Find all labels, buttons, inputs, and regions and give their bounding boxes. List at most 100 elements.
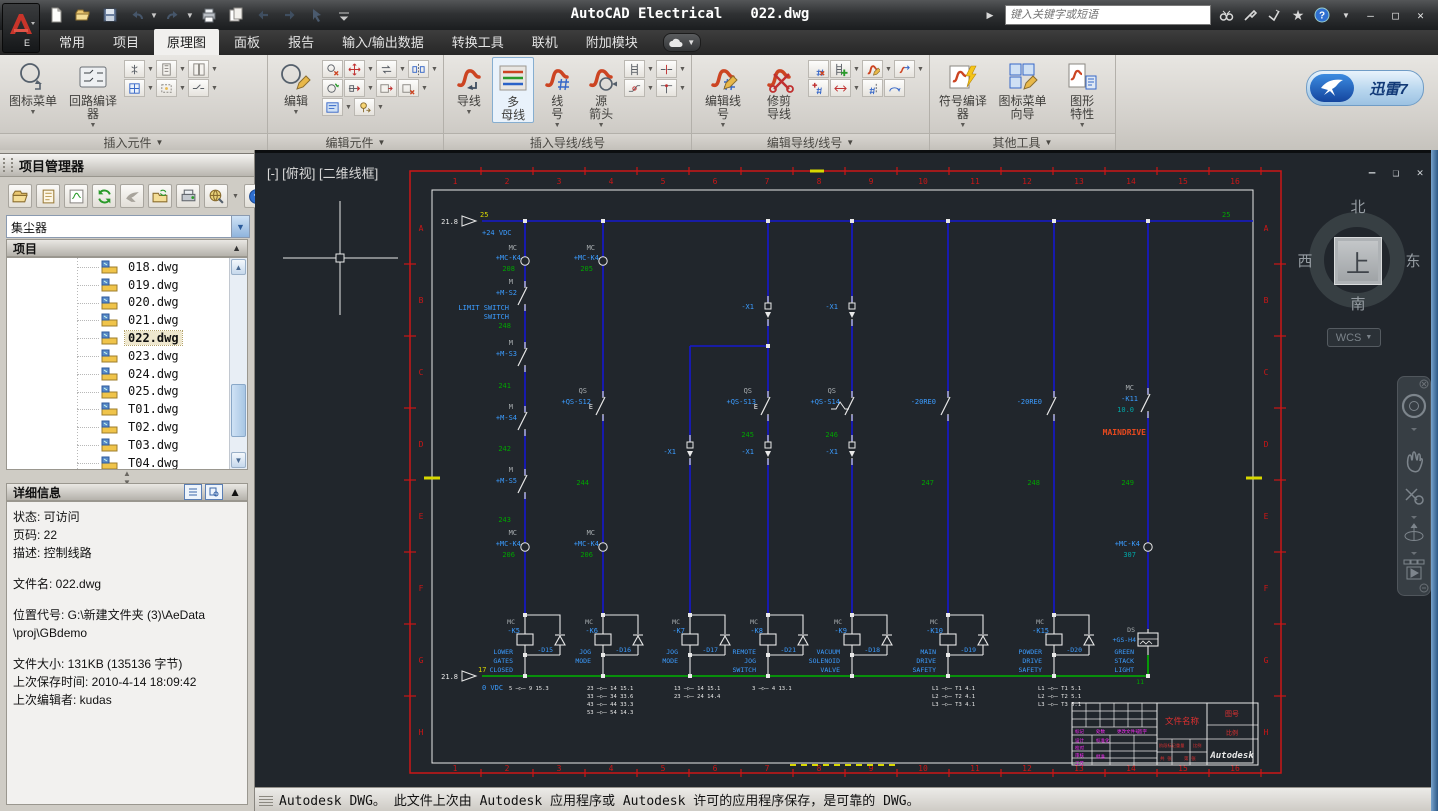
insert-wires-wire-numbers-button[interactable]: 导线▼ xyxy=(448,57,490,116)
insert-components-button[interactable]: 回路编译器▼ xyxy=(64,57,122,129)
plot-button[interactable] xyxy=(197,3,221,27)
tree-item-018-dwg[interactable]: 018.dwg xyxy=(7,258,247,276)
chevron-down-icon[interactable]: ▼ xyxy=(186,11,194,20)
insert-wires-wire-numbers-button[interactable]: 线号▼ xyxy=(536,57,578,129)
ribbon-group-label[interactable]: 插入导线/线号 xyxy=(444,133,691,151)
ladderplus-icon[interactable] xyxy=(830,60,851,78)
reports-button[interactable] xyxy=(64,184,88,208)
scrollbar-thumb[interactable] xyxy=(231,384,246,437)
chevron-down-icon[interactable]: ▼ xyxy=(90,122,97,129)
favorites-star-icon[interactable]: ★ xyxy=(1289,6,1307,24)
save-button[interactable] xyxy=(98,3,122,27)
chevron-down-icon[interactable]: ▼ xyxy=(646,60,655,78)
chevron-down-icon[interactable]: ▼ xyxy=(465,109,472,116)
infocenter-search-input[interactable] xyxy=(1005,5,1211,25)
chevron-down-icon[interactable]: ▼ xyxy=(231,216,249,237)
scoot-icon[interactable] xyxy=(344,79,365,97)
chevron-down-icon[interactable]: ▼ xyxy=(293,109,300,116)
chevron-down-icon[interactable]: ▼ xyxy=(598,122,605,129)
scroll-down-icon[interactable]: ▼ xyxy=(231,452,246,468)
insert-wires-wire-numbers-button[interactable]: 多母线 xyxy=(492,57,534,123)
cutwire-icon[interactable] xyxy=(656,60,677,78)
chevron-down-icon[interactable]: ▼ xyxy=(178,79,187,97)
fan-icon[interactable] xyxy=(124,60,145,78)
wirearrows-icon[interactable] xyxy=(830,79,851,97)
chevron-down-icon[interactable]: ▼ xyxy=(678,60,687,78)
wcs-dropdown[interactable]: WCS ▼ xyxy=(1327,328,1381,347)
chevron-down-icon[interactable]: ▼ xyxy=(150,11,158,20)
chevron-down-icon[interactable]: ▼ xyxy=(916,60,925,78)
connect-cloud-button[interactable]: ▼ xyxy=(663,33,701,52)
copy-project-button[interactable] xyxy=(148,184,172,208)
tab-panel[interactable]: 面板 xyxy=(221,29,273,55)
contact-icon[interactable] xyxy=(188,79,209,97)
viewcube-south[interactable]: 南 xyxy=(1347,293,1369,313)
collapse-arrow-icon[interactable]: ▲ xyxy=(232,243,241,253)
projects-section-header[interactable]: 项目 ▲ xyxy=(6,239,248,257)
project-select-combo[interactable]: 集尘器 ▼ xyxy=(6,215,250,238)
wirepencil-icon[interactable] xyxy=(862,60,883,78)
tree-item-021-dwg[interactable]: 021.dwg xyxy=(7,311,247,329)
chevron-down-icon[interactable]: ▼ xyxy=(30,109,37,116)
other-tools-button[interactable]: 图形特性▼ xyxy=(1053,57,1111,129)
thunder-plugin-button[interactable]: 迅雷7 xyxy=(1306,70,1424,106)
tab-project[interactable]: 项目 xyxy=(100,29,152,55)
chevron-down-icon[interactable]: ▼ xyxy=(420,79,429,97)
back-button[interactable] xyxy=(251,3,275,27)
tree-item-020-dwg[interactable]: 020.dwg xyxy=(7,294,247,312)
drawing-canvas[interactable]: 1122334455667788991010111112121313141415… xyxy=(255,150,1438,787)
qat-overflow-button[interactable] xyxy=(332,3,356,27)
help-icon[interactable]: ? xyxy=(1313,6,1331,24)
viewcube-north[interactable]: 北 xyxy=(1347,196,1369,216)
numflip-icon[interactable] xyxy=(862,79,883,97)
panel-grip[interactable] xyxy=(3,158,13,172)
communication-center-icon[interactable] xyxy=(1265,6,1283,24)
chevron-down-icon[interactable]: ▼ xyxy=(366,79,375,97)
tree-item-T02-dwg[interactable]: T02.dwg xyxy=(7,418,247,436)
minimize-button[interactable]: — xyxy=(1361,7,1380,23)
doc-close-button[interactable]: ✕ xyxy=(1411,165,1429,180)
attr-icon[interactable] xyxy=(322,98,343,116)
circlerot-icon[interactable] xyxy=(322,79,343,97)
tab-home[interactable]: 常用 xyxy=(46,29,98,55)
chevron-down-icon[interactable]: ▼ xyxy=(146,79,155,97)
project-manager-title-bar[interactable]: 项目管理器 xyxy=(0,153,254,177)
insert-wires-wire-numbers-button[interactable]: 源箭头▼ xyxy=(580,57,622,129)
ribbon-group-label[interactable]: 其他工具▼ xyxy=(930,133,1115,151)
details-list-view-button[interactable] xyxy=(184,484,202,500)
viewcube-top-face[interactable]: 上 xyxy=(1334,237,1382,285)
open-project-button[interactable] xyxy=(8,184,32,208)
ribbon-group-label[interactable]: 插入元件▼ xyxy=(0,133,267,151)
new-drawing-button[interactable] xyxy=(36,184,60,208)
help-dropdown-icon[interactable]: ▼ xyxy=(1337,6,1355,24)
tree-item-T03-dwg[interactable]: T03.dwg xyxy=(7,436,247,454)
new-file-button[interactable] xyxy=(44,3,68,27)
chevron-down-icon[interactable]: ▼ xyxy=(678,79,687,97)
scroll-up-icon[interactable]: ▲ xyxy=(231,259,246,275)
chevron-down-icon[interactable]: ▼ xyxy=(178,60,187,78)
tab-online[interactable]: 联机 xyxy=(519,29,571,55)
collapse-arrow-icon[interactable]: ▲ xyxy=(229,485,241,499)
movered-icon[interactable] xyxy=(344,60,365,78)
search-expand-icon[interactable]: ▶ xyxy=(981,6,999,24)
ladder-icon[interactable] xyxy=(624,60,645,78)
chevron-down-icon[interactable]: ▼ xyxy=(1079,122,1086,129)
plot-publish-button[interactable] xyxy=(176,184,200,208)
tree-item-024-dwg[interactable]: 024.dwg xyxy=(7,365,247,383)
teedown-icon[interactable] xyxy=(656,79,677,97)
panel-icon[interactable] xyxy=(156,60,177,78)
chevron-down-icon[interactable]: ▼ xyxy=(344,98,353,116)
search-icon[interactable] xyxy=(1217,6,1235,24)
statusbar-grip[interactable] xyxy=(259,794,273,806)
ribbon-group-label[interactable]: 编辑导线/线号▼ xyxy=(692,133,929,151)
details-section-header[interactable]: 详细信息 ▲ xyxy=(6,483,248,501)
chevron-down-icon[interactable]: ▼ xyxy=(210,79,219,97)
chevron-down-icon[interactable]: ▼ xyxy=(232,193,240,200)
ribbon-group-label[interactable]: 编辑元件▼ xyxy=(268,133,443,151)
chevron-down-icon[interactable]: ▼ xyxy=(430,60,439,78)
gridins-icon[interactable] xyxy=(124,79,145,97)
tree-item-019-dwg[interactable]: 019.dwg xyxy=(7,276,247,294)
chevron-down-icon[interactable]: ▼ xyxy=(376,98,385,116)
chevron-down-icon[interactable]: ▼ xyxy=(554,122,561,129)
chevron-down-icon[interactable]: ▼ xyxy=(646,79,655,97)
